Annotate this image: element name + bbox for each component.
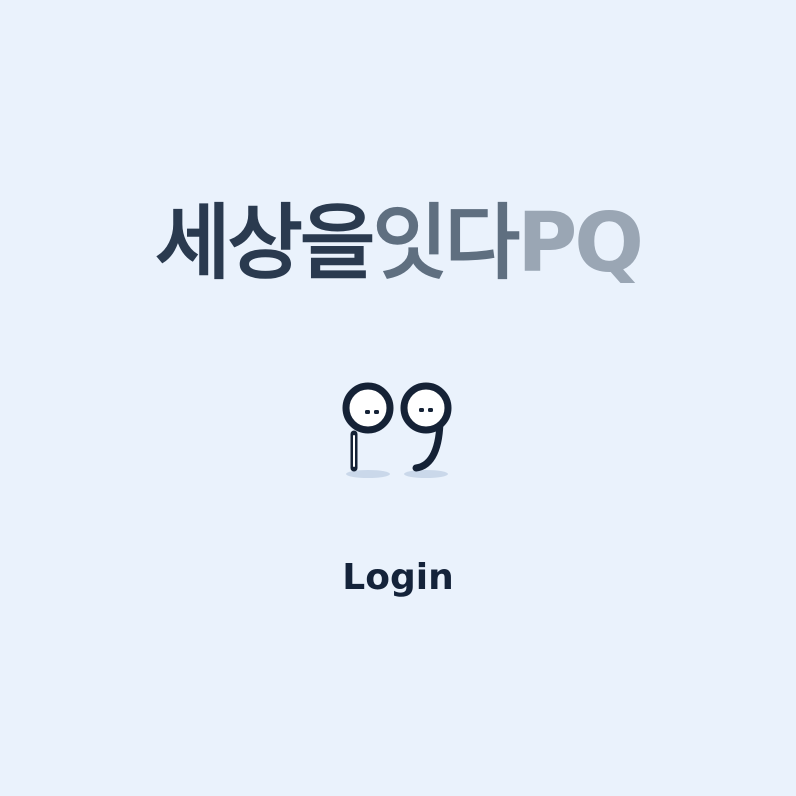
pq-mascot-icon [328, 378, 468, 488]
app-title: 세상을잇다PQ [0, 196, 796, 292]
mascot-left [342, 382, 394, 472]
app-title-part-1: 세상을 [154, 196, 375, 291]
login-button[interactable]: Login [318, 548, 478, 608]
mascot-left-eye-2 [374, 410, 379, 414]
mascot-right-eye-2 [428, 408, 433, 412]
mascot-left-eye-1 [365, 410, 370, 414]
mascot-shadow-right [404, 470, 448, 478]
mascot-right-eye-1 [419, 408, 424, 412]
app-title-part-2: 잇다 [372, 196, 520, 291]
mascot-right [400, 382, 452, 472]
app-title-part-3: PQ [517, 196, 644, 291]
